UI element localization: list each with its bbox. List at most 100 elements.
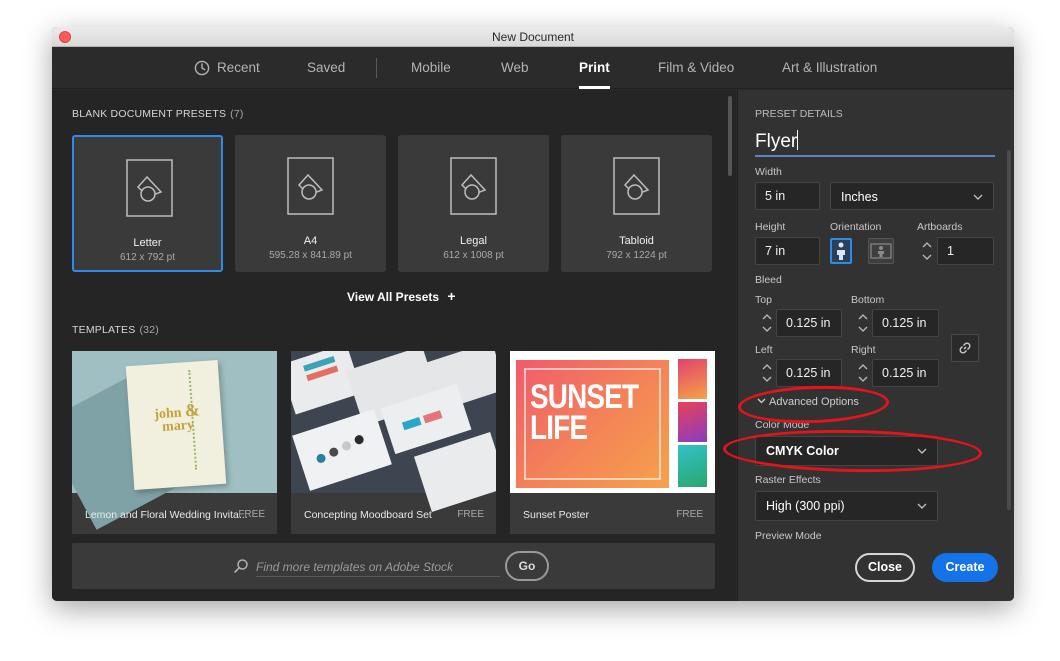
bleed-left-field[interactable]: 0.125 in	[776, 359, 842, 387]
template-thumbnail: SUNSET LIFE	[510, 351, 715, 493]
person-landscape-icon	[870, 243, 892, 259]
preset-details-heading: PRESET DETAILS	[755, 108, 843, 120]
preset-name-field[interactable]: Flyer	[755, 130, 995, 157]
portrait-orientation-button[interactable]	[830, 238, 852, 264]
chevron-down-icon	[917, 448, 927, 454]
stepper-arrows-icon	[762, 364, 772, 382]
units-dropdown[interactable]: Inches	[830, 182, 994, 210]
category-tabs: Recent Saved Mobile Web Print Film & Vid…	[52, 47, 1014, 89]
tab-film-video[interactable]: Film & Video	[658, 47, 734, 89]
preview-mode-label: Preview Mode	[755, 530, 822, 542]
bleed-right-stepper[interactable]	[853, 359, 873, 387]
bleed-right-field[interactable]: 0.125 in	[872, 359, 939, 387]
tab-saved[interactable]: Saved	[307, 47, 345, 89]
color-dot	[353, 434, 365, 446]
tab-recent[interactable]: Recent	[217, 47, 260, 89]
width-field[interactable]: 5 in	[755, 182, 820, 210]
document-preset-icon	[613, 157, 660, 215]
raster-effects-label: Raster Effects	[755, 474, 821, 486]
poster-title: SUNSET LIFE	[530, 380, 639, 445]
artboards-stepper[interactable]	[917, 237, 937, 265]
preset-legal[interactable]: Legal 612 x 1008 pt	[398, 135, 549, 272]
stock-search-bar: Go	[72, 543, 715, 589]
bleed-bottom-stepper[interactable]	[853, 309, 873, 337]
template-badge: FREE	[676, 509, 703, 520]
preset-name-value: Flyer	[755, 131, 798, 152]
poster-variant	[678, 402, 707, 442]
bleed-top-stepper[interactable]	[757, 309, 777, 337]
preset-name: Tabloid	[619, 235, 654, 247]
height-field[interactable]: 7 in	[755, 237, 820, 265]
tab-divider	[376, 58, 377, 78]
height-label: Height	[755, 221, 786, 233]
preset-tabloid[interactable]: Tabloid 792 x 1224 pt	[561, 135, 712, 272]
view-all-presets-link[interactable]: View All Presets +	[347, 288, 456, 304]
poster-variant	[678, 359, 707, 399]
view-all-presets-label: View All Presets	[347, 290, 440, 304]
bleed-top-field[interactable]: 0.125 in	[776, 309, 842, 337]
landscape-orientation-button[interactable]	[868, 238, 894, 264]
templates-heading-label: TEMPLATES	[72, 324, 136, 336]
close-button[interactable]: Close	[855, 553, 915, 582]
presets-heading-label: BLANK DOCUMENT PRESETS	[72, 108, 227, 120]
advanced-options-label: Advanced Options	[769, 396, 859, 408]
presets-scrollbar[interactable]	[728, 96, 732, 176]
poster-main: SUNSET LIFE	[516, 360, 669, 488]
template-name: Concepting Moodboard Set	[304, 509, 432, 521]
tab-print[interactable]: Print	[579, 47, 610, 89]
text-cursor	[797, 130, 799, 150]
color-dot	[340, 440, 353, 452]
chevron-down-icon	[917, 503, 927, 509]
tab-mobile[interactable]: Mobile	[411, 47, 451, 89]
width-label: Width	[755, 166, 782, 178]
bleed-bottom-label: Bottom	[851, 294, 885, 306]
template-thumbnail: john & mary	[72, 351, 277, 530]
new-document-dialog: New Document Recent Saved Mobile Web Pri…	[52, 27, 1014, 601]
link-bleed-button[interactable]	[951, 334, 979, 362]
go-button[interactable]: Go	[505, 551, 549, 581]
advanced-options-toggle[interactable]: Advanced Options	[757, 396, 859, 408]
create-button[interactable]: Create	[932, 553, 998, 582]
template-card-sunset[interactable]: SUNSET LIFE Sunset Poster FREE	[510, 351, 715, 534]
floral-decoration	[188, 368, 216, 470]
chevron-down-icon	[973, 194, 983, 200]
templates-heading: TEMPLATES (32)	[72, 324, 159, 336]
template-card-moodboard[interactable]: Concepting Moodboard Set FREE	[291, 351, 496, 534]
preset-name: A4	[303, 235, 318, 247]
color-mode-dropdown[interactable]: CMYK Color	[755, 436, 938, 466]
templates-count: (32)	[139, 324, 159, 336]
template-card-wedding[interactable]: john & mary Lemon and Floral Wedding Inv…	[72, 351, 277, 534]
preset-size: 612 x 792 pt	[119, 252, 176, 263]
moodboard-sheet	[292, 409, 392, 491]
window-close-button[interactable]	[59, 31, 71, 43]
color-mode-value: CMYK Color	[766, 444, 839, 458]
units-value: Inches	[841, 190, 878, 204]
preset-letter[interactable]: Letter 612 x 792 pt	[72, 135, 223, 272]
preset-name: Legal	[460, 235, 487, 247]
bleed-bottom-field[interactable]: 0.125 in	[872, 309, 939, 337]
clock-icon	[194, 60, 210, 76]
document-preset-icon	[287, 157, 334, 215]
stepper-arrows-icon	[922, 242, 932, 260]
tab-web[interactable]: Web	[501, 47, 529, 89]
raster-effects-dropdown[interactable]: High (300 ppi)	[755, 491, 938, 521]
bleed-left-stepper[interactable]	[757, 359, 777, 387]
details-scrollbar[interactable]	[1007, 150, 1011, 510]
preset-a4[interactable]: A4 595.28 x 841.89 pt	[235, 135, 386, 272]
title-bar: New Document	[52, 27, 1014, 47]
artboards-field[interactable]: 1	[937, 237, 994, 265]
raster-effects-value: High (300 ppi)	[766, 499, 845, 513]
stepper-arrows-icon	[858, 314, 868, 332]
orientation-label: Orientation	[830, 221, 882, 233]
person-portrait-icon	[837, 242, 845, 260]
tab-art-illustration[interactable]: Art & Illustration	[782, 47, 877, 89]
stepper-arrows-icon	[762, 314, 772, 332]
bleed-right-label: Right	[851, 344, 876, 356]
template-badge: FREE	[457, 509, 484, 520]
preset-size: 792 x 1224 pt	[606, 250, 667, 261]
color-mode-label: Color Mode	[755, 419, 810, 431]
preset-size: 595.28 x 841.89 pt	[269, 250, 352, 261]
presets-panel: BLANK DOCUMENT PRESETS (7) Letter 612 x 7…	[52, 90, 736, 601]
stock-search-input[interactable]	[256, 557, 500, 577]
color-dot	[315, 452, 327, 465]
